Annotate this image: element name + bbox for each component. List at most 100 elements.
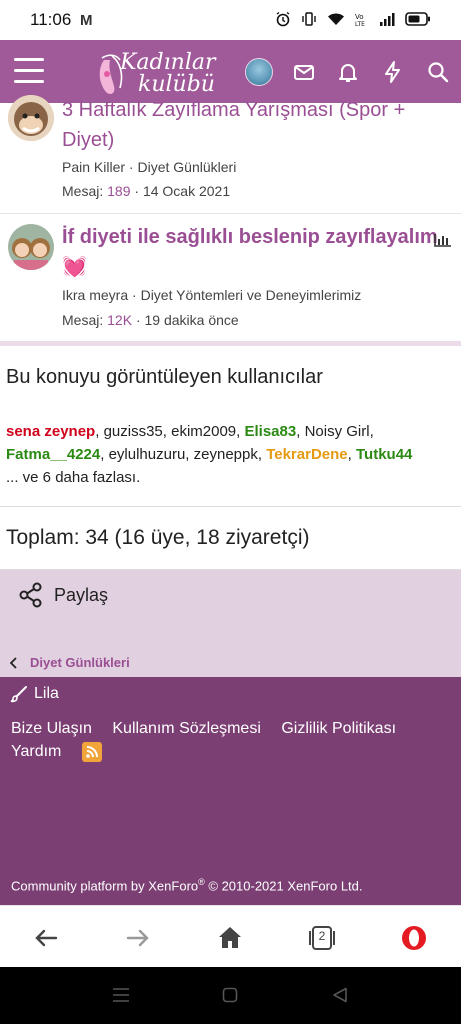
footer-link-terms[interactable]: Kullanım Sözleşmesi <box>112 720 261 737</box>
viewer-user-link[interactable]: zeyneppk <box>194 446 258 463</box>
online-total: Toplam: 34 (16 üye, 18 ziyaretçi) <box>0 507 461 570</box>
status-time: 11:06 <box>30 10 72 29</box>
share-label: Paylaş <box>54 584 109 605</box>
replies-count: 12K <box>107 312 133 328</box>
home-nav-icon[interactable] <box>222 987 238 1003</box>
avatar[interactable] <box>245 58 273 86</box>
style-label: Lila <box>34 685 59 702</box>
viewer-user-link[interactable]: Tutku44 <box>356 446 412 463</box>
opera-menu-icon[interactable] <box>400 924 428 952</box>
thread-list-item[interactable]: 3 Haftalık Zayıflama Yarışması (Spor + D… <box>0 95 461 214</box>
copyright: Community platform by XenForo® © 2010-20… <box>11 877 363 893</box>
breadcrumb[interactable]: Diyet Günlükleri <box>10 655 130 670</box>
meta-separator: · <box>134 183 143 199</box>
vibrate-icon <box>302 12 316 26</box>
list-separator: , <box>347 446 356 463</box>
bell-icon[interactable] <box>336 60 360 84</box>
menu-icon-bar <box>14 58 44 61</box>
rss-icon[interactable] <box>81 741 102 762</box>
thread-author-link[interactable]: Pain Killer <box>62 159 125 175</box>
system-nav-bar <box>0 967 461 1024</box>
home-icon[interactable] <box>216 924 244 952</box>
mail-icon[interactable] <box>292 60 316 84</box>
recents-icon[interactable] <box>112 987 130 1003</box>
chevron-left-icon <box>10 656 17 669</box>
list-separator: , <box>369 423 374 440</box>
menu-icon-bar <box>14 80 44 83</box>
poll-icon[interactable] <box>433 232 453 248</box>
thread-date[interactable]: 14 Ocak 2021 <box>143 183 230 199</box>
footer-link-help[interactable]: Yardım <box>11 743 61 760</box>
viewer-user-link[interactable]: Noisy Girl <box>305 423 370 440</box>
share-button[interactable]: Paylaş <box>18 582 108 608</box>
viewers-list: sena zeynep, guziss35, ekim2009, Elisa83… <box>6 420 455 489</box>
site-footer: Lila Bize Ulaşın Kullanım Sözleşmesi Giz… <box>0 677 461 905</box>
tabs-count: 2 <box>318 929 326 943</box>
footer-link-contact[interactable]: Bize Ulaşın <box>11 720 92 737</box>
alarm-icon <box>276 11 290 27</box>
forward-arrow-icon[interactable] <box>124 924 152 952</box>
menu-button[interactable] <box>14 58 44 84</box>
site-header: Kadınlar kulübü <box>0 40 461 103</box>
meta-separator: · <box>132 287 141 303</box>
thread-list-item[interactable]: İf diyeti ile sağlıklı beslenip zayıflay… <box>0 214 461 342</box>
viewer-user-link[interactable]: TekrarDene <box>266 446 347 463</box>
thread-meta: Pain Killer · Diyet Günlükleri <box>62 159 236 175</box>
back-nav-icon[interactable] <box>332 987 348 1003</box>
viewer-user-link[interactable]: sena zeynep <box>6 423 95 440</box>
meta-separator: · <box>135 312 145 328</box>
twins-avatar-icon <box>8 224 54 270</box>
thread-stats: Mesaj: 12K · 19 dakika önce <box>62 312 239 328</box>
svg-text:Vo: Vo <box>355 13 364 21</box>
viewer-user-link[interactable]: eylulhuzuru <box>109 446 186 463</box>
copyright-prefix[interactable]: Community platform by XenForo <box>11 878 198 893</box>
thread-author-link[interactable]: Ikra meyra <box>62 287 128 303</box>
search-icon[interactable] <box>426 60 450 84</box>
status-bar: 11:06 M Vo LTE <box>0 0 461 40</box>
viewers-more: ... ve 6 daha fazlası. <box>6 469 141 486</box>
share-icon <box>19 582 42 608</box>
thread-stats: Mesaj: 189 · 14 Ocak 2021 <box>62 183 230 199</box>
viewer-user-link[interactable]: Fatma__4224 <box>6 446 100 463</box>
list-separator: , <box>296 423 305 440</box>
viewer-user-link[interactable]: Elisa83 <box>245 423 297 440</box>
monkey-avatar-icon <box>8 95 54 141</box>
viewers-block: Bu konuyu görüntüleyen kullanıcılar sena… <box>0 346 461 507</box>
online-total-text: Toplam: 34 (16 üye, 18 ziyaretçi) <box>6 526 310 549</box>
share-area: Paylaş Diyet Günlükleri <box>0 570 461 677</box>
viewer-user-link[interactable]: ekim2009 <box>171 423 236 440</box>
thread-title-link[interactable]: 3 Haftalık Zayıflama Yarışması (Spor + D… <box>62 95 441 155</box>
list-separator: , <box>257 446 267 463</box>
list-separator: , <box>95 423 104 440</box>
tabs-button[interactable]: 2 <box>308 924 336 952</box>
bolt-icon[interactable] <box>381 60 405 84</box>
svg-text:LTE: LTE <box>355 21 365 27</box>
logo-text-line2: kulübü <box>138 72 215 97</box>
battery-icon <box>405 12 430 26</box>
replies-count: 189 <box>107 183 131 199</box>
list-separator: , <box>236 423 245 440</box>
style-chooser[interactable]: Lila <box>10 685 59 703</box>
list-separator: , <box>162 423 172 440</box>
copyright-reg-mark: ® <box>198 877 205 887</box>
thread-title-link[interactable]: İf diyeti ile sağlıklı beslenip zayıflay… <box>62 222 441 282</box>
breadcrumb-link[interactable]: Diyet Günlükleri <box>30 655 130 670</box>
viewers-heading: Bu konuyu görüntüleyen kullanıcılar <box>6 366 323 388</box>
thread-forum-link[interactable]: Diyet Yöntemleri ve Deneyimlerimiz <box>141 287 362 303</box>
back-arrow-icon[interactable] <box>32 924 60 952</box>
thread-forum-link[interactable]: Diyet Günlükleri <box>137 159 236 175</box>
thread-date[interactable]: 19 dakika önce <box>145 312 239 328</box>
wifi-icon <box>328 13 344 25</box>
list-separator: , <box>185 446 194 463</box>
footer-link-privacy[interactable]: Gizlilik Politikası <box>281 720 396 737</box>
site-logo[interactable]: Kadınlar kulübü <box>92 46 222 98</box>
viewer-user-link[interactable]: guziss35 <box>104 423 163 440</box>
thread-meta: Ikra meyra · Diyet Yöntemleri ve Deneyim… <box>62 287 361 303</box>
thread-author-avatar[interactable] <box>8 224 54 270</box>
browser-toolbar: 2 <box>0 905 461 968</box>
footer-links: Bize Ulaşın Kullanım Sözleşmesi Gizlilik… <box>11 717 451 763</box>
replies-label: Mesaj: <box>62 183 104 199</box>
signal-icon <box>380 13 395 26</box>
copyright-suffix: © 2010-2021 XenForo Ltd. <box>204 878 363 894</box>
thread-author-avatar[interactable] <box>8 95 54 141</box>
